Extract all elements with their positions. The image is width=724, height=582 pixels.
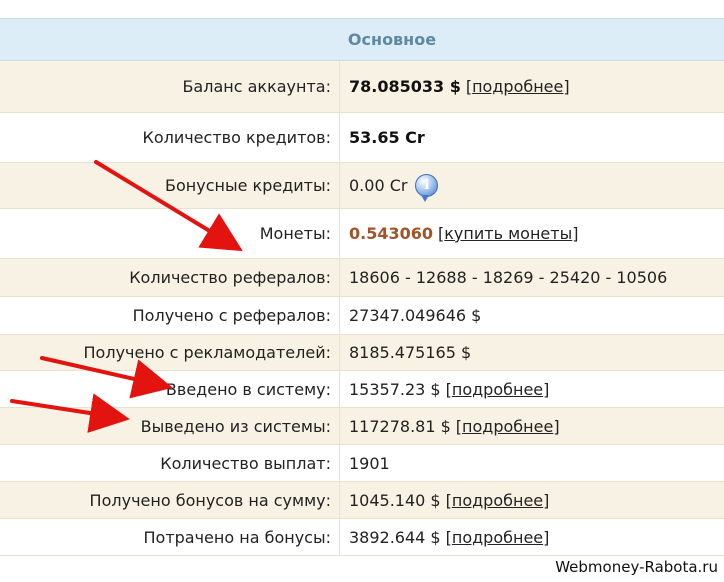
value-deposited: 15357.23 $ bbox=[349, 379, 441, 399]
row-referrals: Количество рефералов: 18606 - 12688 - 18… bbox=[0, 259, 724, 297]
watermark: Webmoney-Rabota.ru bbox=[555, 558, 718, 576]
bonuses-spent-details-link-text[interactable]: подробнее bbox=[452, 528, 543, 547]
value-payouts: 1901 bbox=[349, 453, 390, 473]
row-bonuses-received: Получено бонусов на сумму: 1045.140 $ [п… bbox=[0, 482, 724, 519]
row-coins: Монеты: 0.543060 [купить монеты] bbox=[0, 209, 724, 259]
label-deposited: Введено в систему: bbox=[0, 371, 340, 407]
row-received-referrals: Получено с рефералов: 27347.049646 $ bbox=[0, 297, 724, 335]
row-bonuses-spent: Потрачено на бонусы: 3892.644 $ [подробн… bbox=[0, 519, 724, 556]
value-bonuses-received-cell: 1045.140 $ [подробнее] bbox=[340, 491, 549, 510]
label-bonuses-received: Получено бонусов на сумму: bbox=[0, 482, 340, 518]
value-bonuses-received: 1045.140 $ bbox=[349, 490, 441, 510]
row-received-advertisers: Получено с рекламодателей: 8185.475165 $ bbox=[0, 335, 724, 371]
account-stats-page: Основное Баланс аккаунта: 78.085033 $ [п… bbox=[0, 0, 724, 582]
withdrawn-details-link[interactable]: [подробнее] bbox=[456, 417, 560, 436]
label-coins: Монеты: bbox=[0, 209, 340, 258]
value-bonuses-spent: 3892.644 $ bbox=[349, 527, 441, 547]
row-deposited: Введено в систему: 15357.23 $ [подробнее… bbox=[0, 371, 724, 408]
value-received-advertisers: 8185.475165 $ bbox=[349, 343, 472, 362]
value-coins-cell: 0.543060 [купить монеты] bbox=[340, 224, 578, 243]
balance-details-link[interactable]: [подробнее] bbox=[466, 77, 570, 96]
section-header: Основное bbox=[0, 18, 724, 61]
label-received-referrals: Получено с рефералов: bbox=[0, 297, 340, 334]
buy-coins-link-text[interactable]: купить монеты bbox=[444, 224, 572, 243]
value-credits-cell: 53.65 Cr bbox=[340, 128, 425, 147]
stats-table: Основное Баланс аккаунта: 78.085033 $ [п… bbox=[0, 18, 724, 556]
value-balance: 78.085033 $ bbox=[349, 77, 461, 96]
value-referrals: 18606 - 12688 - 18269 - 25420 - 10506 bbox=[349, 268, 668, 287]
deposited-details-link-text[interactable]: подробнее bbox=[452, 380, 543, 399]
value-deposited-cell: 15357.23 $ [подробнее] bbox=[340, 380, 549, 399]
row-balance: Баланс аккаунта: 78.085033 $ [подробнее] bbox=[0, 61, 724, 113]
label-withdrawn: Выведено из системы: bbox=[0, 408, 340, 444]
value-withdrawn-cell: 117278.81 $ [подробнее] bbox=[340, 417, 560, 436]
value-coins: 0.543060 bbox=[349, 224, 434, 243]
info-icon[interactable]: i bbox=[415, 174, 439, 202]
row-withdrawn: Выведено из системы: 117278.81 $ [подроб… bbox=[0, 408, 724, 445]
deposited-details-link[interactable]: [подробнее] bbox=[446, 380, 550, 399]
section-title: Основное bbox=[347, 30, 437, 49]
bonuses-received-details-link-text[interactable]: подробнее bbox=[452, 491, 543, 510]
label-bonuses-spent: Потрачено на бонусы: bbox=[0, 519, 340, 555]
value-bonus-credits: 0.00 Cr bbox=[349, 176, 408, 195]
row-bonus-credits: Бонусные кредиты: 0.00 Cr i bbox=[0, 163, 724, 209]
bonuses-received-details-link[interactable]: [подробнее] bbox=[446, 491, 550, 510]
label-balance: Баланс аккаунта: bbox=[0, 61, 340, 112]
withdrawn-details-link-text[interactable]: подробнее bbox=[462, 417, 553, 436]
label-received-advertisers: Получено с рекламодателей: bbox=[0, 335, 340, 370]
value-received-referrals: 27347.049646 $ bbox=[349, 306, 482, 325]
label-payouts: Количество выплат: bbox=[0, 445, 340, 481]
value-bonuses-spent-cell: 3892.644 $ [подробнее] bbox=[340, 528, 549, 547]
value-credits: 53.65 Cr bbox=[349, 128, 425, 147]
label-referrals: Количество рефералов: bbox=[0, 259, 340, 296]
row-payouts: Количество выплат: 1901 bbox=[0, 445, 724, 482]
label-credits: Количество кредитов: bbox=[0, 113, 340, 162]
balance-details-link-text[interactable]: подробнее bbox=[472, 77, 563, 96]
value-balance-cell: 78.085033 $ [подробнее] bbox=[340, 77, 570, 96]
label-bonus-credits: Бонусные кредиты: bbox=[0, 163, 340, 208]
bonuses-spent-details-link[interactable]: [подробнее] bbox=[446, 528, 550, 547]
row-credits: Количество кредитов: 53.65 Cr bbox=[0, 113, 724, 163]
buy-coins-link[interactable]: [купить монеты] bbox=[438, 224, 578, 243]
value-bonus-credits-cell: 0.00 Cr i bbox=[340, 174, 439, 202]
value-withdrawn: 117278.81 $ bbox=[349, 416, 451, 436]
